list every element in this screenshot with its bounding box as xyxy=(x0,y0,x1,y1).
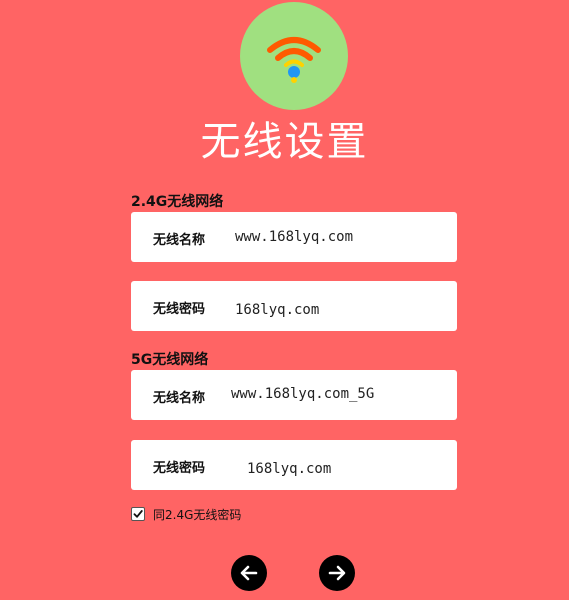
password-input-2g[interactable] xyxy=(235,297,450,323)
ssid-label: 无线名称 xyxy=(153,391,206,406)
logo-badge xyxy=(240,2,348,110)
password-label: 无线密码 xyxy=(153,461,206,476)
same-password-checkbox[interactable] xyxy=(131,507,145,521)
wifi-icon xyxy=(267,37,321,83)
same-password-option[interactable]: 同2.4G无线密码 xyxy=(131,505,241,523)
password-input-5g[interactable] xyxy=(247,456,462,482)
field-ssid-2g: 无线名称 xyxy=(131,212,457,262)
ssid-input-5g[interactable] xyxy=(231,381,446,407)
same-password-label: 同2.4G无线密码 xyxy=(153,507,242,522)
arrow-left-icon xyxy=(240,565,258,581)
section-heading-2g: 2.4G无线网络 xyxy=(131,194,224,210)
ssid-label: 无线名称 xyxy=(153,233,206,248)
field-password-2g: 无线密码 xyxy=(131,281,457,331)
checkmark-icon xyxy=(133,510,143,518)
back-button[interactable] xyxy=(231,555,267,591)
page-title: 无线设置 xyxy=(200,119,369,165)
arrow-right-icon xyxy=(328,565,346,581)
section-heading-5g: 5G无线网络 xyxy=(131,352,209,368)
field-password-5g: 无线密码 xyxy=(131,440,462,490)
field-ssid-5g: 无线名称 xyxy=(131,370,457,420)
next-button[interactable] xyxy=(319,555,355,591)
password-label: 无线密码 xyxy=(153,302,206,317)
ssid-input-2g[interactable] xyxy=(235,224,450,250)
